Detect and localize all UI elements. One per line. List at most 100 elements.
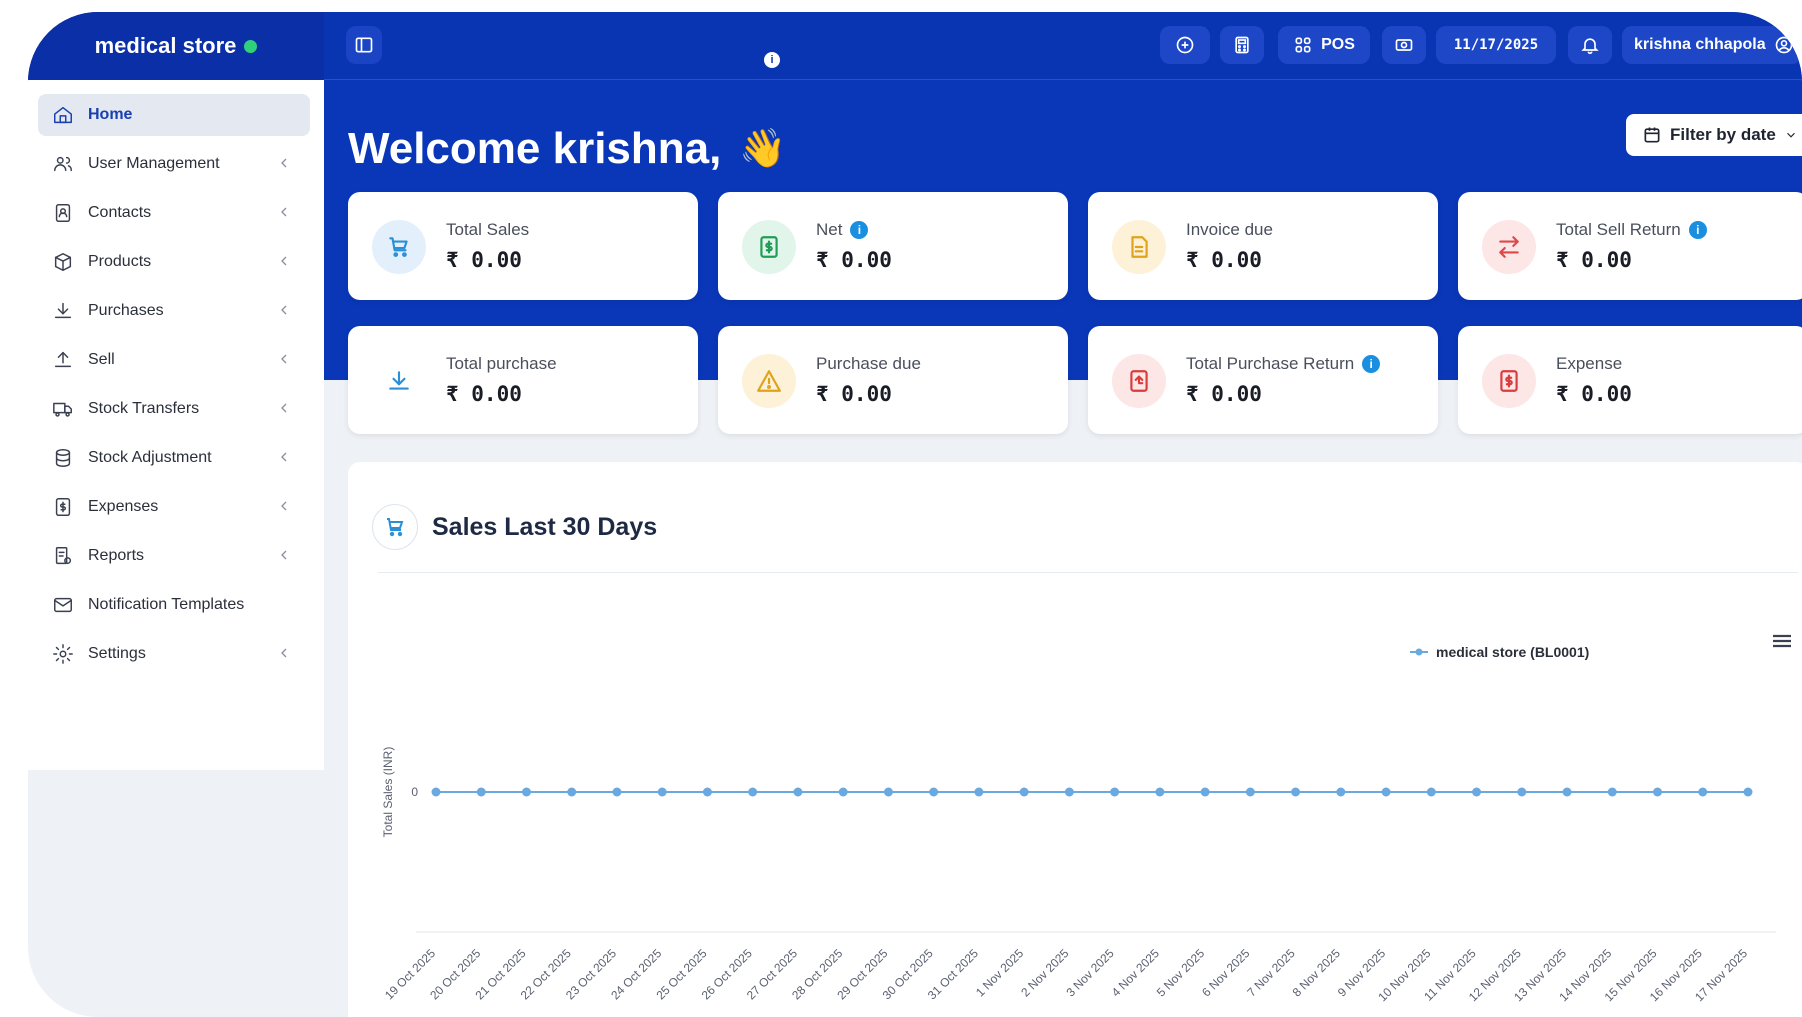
stat-card-label: Total purchase <box>446 354 557 374</box>
bell-icon <box>1581 38 1599 55</box>
data-point <box>1381 787 1391 797</box>
x-tick-label: 7 Nov 2025 <box>1244 946 1298 1000</box>
users-icon <box>52 153 74 175</box>
sales-chart-panel: Sales Last 30 Days Total Sales (INR) 0 med… <box>348 462 1802 1017</box>
filter-by-date-button[interactable]: Filter by date <box>1626 114 1802 156</box>
sidebar-item-sell[interactable]: Sell <box>38 339 310 381</box>
sidebar-toggle-icon <box>355 37 373 53</box>
gear-icon <box>52 643 74 665</box>
x-tick-label: 2 Nov 2025 <box>1018 946 1072 1000</box>
sidebar: Home User Management Contacts Products Purch… <box>28 80 324 770</box>
chevron-left-icon <box>276 351 292 367</box>
sidebar-item-reports[interactable]: Reports <box>38 535 310 577</box>
envelope-icon <box>52 594 74 616</box>
chevron-left-icon <box>276 400 292 416</box>
brand-name: medical store <box>94 33 237 58</box>
data-point <box>657 787 667 797</box>
data-point <box>1698 787 1708 797</box>
info-icon[interactable]: i <box>1688 221 1707 239</box>
user-menu-button[interactable]: krishna chhapola <box>1622 26 1802 64</box>
stat-card-label: Net i <box>816 220 869 240</box>
stat-card-label: Purchase due <box>816 354 921 374</box>
sales-line-chart: Total Sales (INR) 0 medical store (BL0001)… <box>381 634 1791 1004</box>
legend-marker <box>1415 648 1423 656</box>
data-point <box>1517 787 1527 797</box>
stat-card-title: Total Purchase Return <box>1186 354 1355 373</box>
sidebar-item-purchases[interactable]: Purchases <box>38 290 310 332</box>
sidebar-item-contacts[interactable]: Contacts <box>38 192 310 234</box>
legend-label: medical store (BL0001) <box>1436 644 1589 660</box>
stat-card-title: Invoice due <box>1186 220 1273 239</box>
x-tick-label: 3 Nov 2025 <box>1063 946 1117 1000</box>
stat-card-value: ₹ 0.00 <box>1556 248 1632 272</box>
calculator-icon <box>1235 36 1249 54</box>
stat-card-value: ₹ 0.00 <box>1556 382 1632 406</box>
sidebar-item-stock-adjustment[interactable]: Stock Adjustment <box>38 437 310 479</box>
sidebar-item-label: Purchases <box>88 302 164 319</box>
sidebar-item-home[interactable]: Home <box>38 94 310 136</box>
stat-card-title: Total Sell Return <box>1556 220 1681 239</box>
exchange-icon <box>1482 220 1536 274</box>
sidebar-item-label: Reports <box>88 547 145 564</box>
chevron-down-icon <box>1786 132 1795 138</box>
sidebar-item-label: Home <box>88 106 133 123</box>
data-point <box>1110 787 1120 797</box>
sidebar-item-user-management[interactable]: User Management <box>38 143 310 185</box>
info-icon[interactable]: i <box>850 221 869 239</box>
stat-card-value: ₹ 0.00 <box>1186 382 1262 406</box>
stat-card-purchase-due: Purchase due ₹ 0.00 <box>718 326 1068 434</box>
status-dot-icon <box>244 39 258 53</box>
stat-card-title: Total Sales <box>446 220 530 239</box>
stat-card-total-purchase: Total purchase ₹ 0.00 <box>348 326 698 434</box>
stat-card-value: ₹ 0.00 <box>1186 248 1262 272</box>
sidebar-item-products[interactable]: Products <box>38 241 310 283</box>
welcome-text: Welcome krishna, <box>348 124 722 173</box>
warning-icon <box>742 354 796 408</box>
data-point <box>702 787 712 797</box>
stat-card-label: Invoice due <box>1186 220 1273 240</box>
sidebar-item-notification-templates[interactable]: Notification Templates <box>38 584 310 626</box>
stat-card-title: Expense <box>1556 354 1623 373</box>
x-tick-label: 6 Nov 2025 <box>1199 946 1253 1000</box>
chevron-left-icon <box>276 253 292 269</box>
cash-register-button[interactable] <box>1382 26 1426 64</box>
info-icon[interactable]: i <box>764 52 780 68</box>
current-date: 11/17/2025 <box>1453 37 1539 53</box>
data-point <box>1200 787 1210 797</box>
stat-card-total-purchase-return: Total Purchase Return i ₹ 0.00 <box>1088 326 1438 434</box>
sidebar-item-label: Sell <box>88 351 115 368</box>
stat-card-value: ₹ 0.00 <box>446 382 522 406</box>
cart-icon <box>372 220 426 274</box>
box-icon <box>52 251 74 273</box>
data-point <box>567 787 577 797</box>
top-bar: medical store i POS 11/17/2025 krishna c… <box>28 12 1802 80</box>
chevron-left-icon <box>276 155 292 171</box>
data-point <box>1743 787 1753 797</box>
sidebar-toggle-button[interactable] <box>346 26 382 64</box>
sidebar-item-settings[interactable]: Settings <box>38 633 310 675</box>
add-button[interactable] <box>1160 26 1210 64</box>
sidebar-item-label: Stock Adjustment <box>88 449 212 466</box>
calendar-icon <box>1644 127 1660 143</box>
home-icon <box>52 104 74 126</box>
x-tick-label: 8 Nov 2025 <box>1290 946 1344 1000</box>
pos-button[interactable]: POS <box>1278 26 1370 64</box>
chevron-left-icon <box>276 449 292 465</box>
sidebar-item-expenses[interactable]: Expenses <box>38 486 310 528</box>
data-point <box>929 787 939 797</box>
money-icon <box>52 496 74 518</box>
calculator-button[interactable] <box>1220 26 1264 64</box>
contacts-icon <box>52 202 74 224</box>
upload-icon <box>52 349 74 371</box>
notifications-button[interactable] <box>1568 26 1612 64</box>
info-icon[interactable]: i <box>1362 355 1381 373</box>
stat-card-expense: Expense ₹ 0.00 <box>1458 326 1802 434</box>
sidebar-item-stock-transfers[interactable]: Stock Transfers <box>38 388 310 430</box>
sidebar-item-label: Settings <box>88 645 146 662</box>
data-point <box>521 787 531 797</box>
date-display[interactable]: 11/17/2025 <box>1436 26 1556 64</box>
data-point <box>612 787 622 797</box>
brand[interactable]: medical store <box>28 12 324 80</box>
stat-card-value: ₹ 0.00 <box>816 382 892 406</box>
user-circle-icon <box>1775 36 1792 54</box>
